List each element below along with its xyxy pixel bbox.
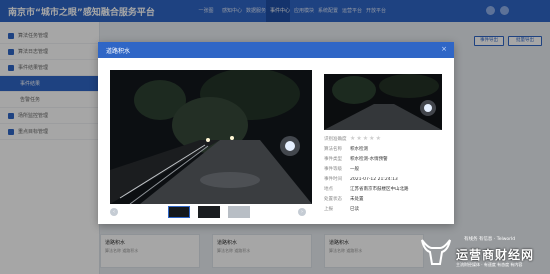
modal-title: 道路积水 (106, 48, 131, 55)
watermark-bottom: 主流财经媒体 · 有速度 有态度 有内容 (456, 262, 523, 267)
info-row: 事件时间 2021-07-12 21:24:13 (324, 176, 398, 183)
event-detail-modal: 道路积水 × ‹ › 识别准确度 ★ ★ ★ ★ ★ 算法名称 积水检测 事件类… (98, 42, 454, 224)
rating-stars[interactable]: ★ ★ ★ ★ ★ (350, 135, 382, 143)
event-info-panel: 识别准确度 ★ ★ ★ ★ ★ 算法名称 积水检测 事件类型 积水检测-水情预警… (324, 134, 442, 214)
modal-header: 道路积水 × (98, 42, 454, 58)
thumbnail-row: ‹ › (110, 206, 312, 218)
night-street-image (110, 70, 312, 204)
info-row: 地点 江苏省南京市鼓楼区中山北路 (324, 187, 409, 192)
info-row: 处置状态 未处置 (324, 197, 364, 202)
watermark: 有线务 有信息 · Telworld 运营商财经网 主流财经媒体 · 有速度 有… (418, 232, 548, 272)
night-street-snapshot (324, 74, 442, 130)
info-row: 上报 已读 (324, 207, 359, 212)
info-row: 事件等级 一般 (324, 167, 359, 172)
thumbnail-3[interactable] (228, 206, 250, 218)
thumbnail-1[interactable] (168, 206, 190, 218)
star-icon[interactable]: ★ (369, 135, 374, 143)
star-icon[interactable]: ★ (356, 135, 361, 143)
event-video[interactable] (110, 70, 312, 204)
info-row: 算法名称 积水检测 (324, 147, 368, 152)
watermark-main: 运营商财经网 (456, 248, 535, 262)
thumbnail-2[interactable] (198, 206, 220, 218)
star-icon[interactable]: ★ (363, 135, 368, 143)
star-icon[interactable]: ★ (376, 135, 381, 143)
snapshot-image[interactable] (324, 74, 442, 130)
bull-logo-icon (421, 239, 451, 265)
info-row: 识别准确度 ★ ★ ★ ★ ★ (324, 135, 382, 143)
info-row: 事件类型 积水检测-水情预警 (324, 157, 388, 162)
next-icon[interactable]: › (298, 208, 306, 216)
watermark-top: 有线务 有信息 · Telworld (464, 237, 516, 242)
star-icon[interactable]: ★ (350, 135, 355, 143)
close-icon[interactable]: × (441, 45, 447, 53)
prev-icon[interactable]: ‹ (110, 208, 118, 216)
